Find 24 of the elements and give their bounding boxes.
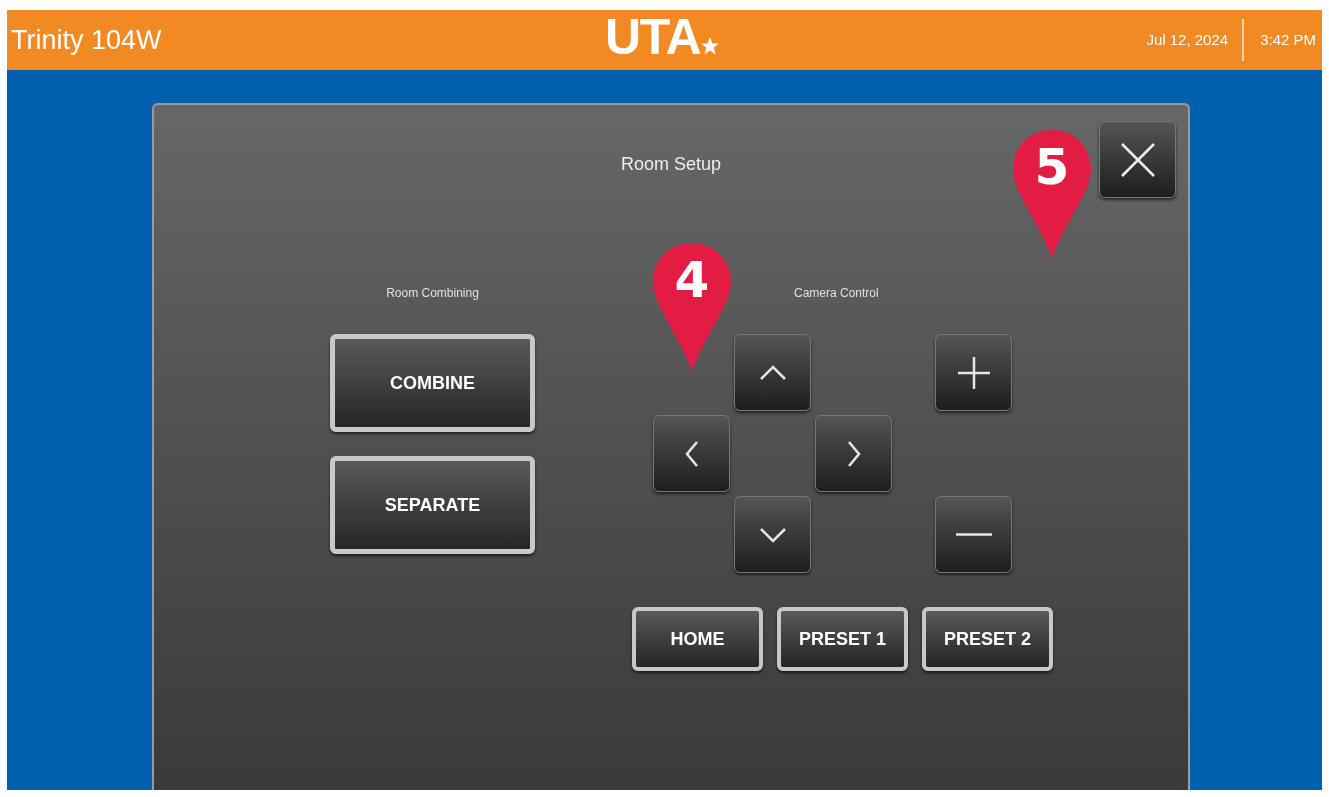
section-label: Room Combining [386, 285, 479, 302]
section-label: Camera Control [794, 285, 880, 302]
room-button[interactable]: SEPARATE [330, 456, 535, 554]
room-button[interactable]: COMBINE [330, 334, 535, 432]
close-button[interactable] [1099, 121, 1176, 198]
zoom-out-button[interactable] [935, 496, 1012, 573]
pan-left-button[interactable] [653, 415, 730, 492]
pan-right-button[interactable] [815, 415, 892, 492]
time: 3:42 PM [1259, 29, 1317, 50]
preset-button[interactable]: HOME [632, 607, 763, 671]
annotation-pin: 5 [1013, 130, 1091, 258]
tilt-down-button[interactable] [734, 496, 811, 573]
date: Jul 12, 2024 [1146, 29, 1230, 50]
minus-icon [955, 533, 992, 536]
logo: UTA [605, 12, 701, 62]
star-icon [700, 36, 721, 56]
tilt-up-button[interactable] [734, 334, 811, 411]
preset-button[interactable]: PRESET 2 [922, 607, 1053, 671]
dialog-title: Room Setup [620, 153, 722, 176]
room-name: Trinity 104W [11, 23, 162, 57]
zoom-in-button[interactable] [935, 334, 1012, 411]
preset-button[interactable]: PRESET 1 [777, 607, 908, 671]
annotation-pin: 4 [653, 243, 731, 371]
plus-icon [957, 356, 990, 389]
